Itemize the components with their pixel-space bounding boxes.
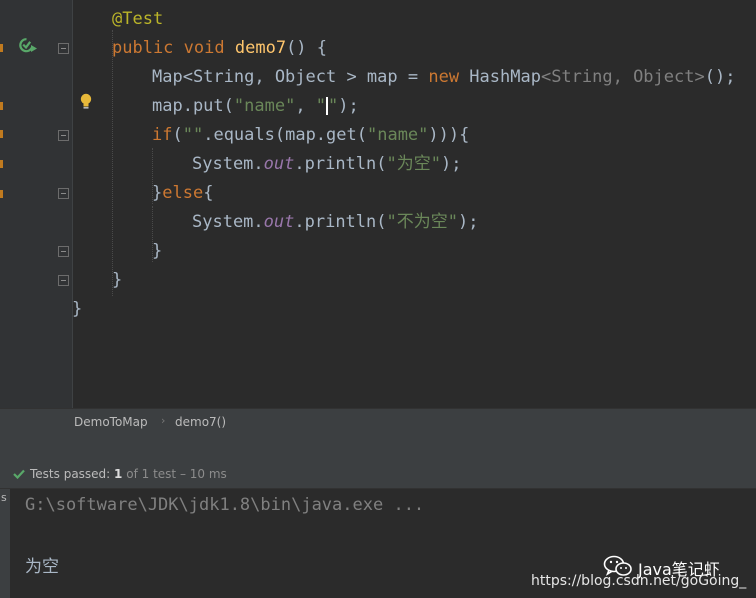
console-side-label: s — [1, 491, 7, 504]
keyword-token: void — [183, 38, 225, 58]
passed-count: 1 — [114, 467, 123, 481]
string-literal: "不为空" — [386, 212, 458, 232]
code-text: .println( — [294, 154, 387, 174]
code-line: } — [112, 266, 122, 295]
string-literal: "为空" — [386, 154, 441, 174]
indent-guide — [112, 30, 113, 296]
code-text: ( — [172, 125, 183, 145]
code-text: } — [152, 241, 163, 261]
fold-toggle[interactable] — [58, 43, 69, 54]
test-summary: Tests passed: 1 of 1 test – 10 ms — [30, 467, 227, 481]
code-line: } — [72, 295, 82, 324]
code-line: } — [152, 237, 162, 266]
code-text: ))){ — [428, 125, 470, 145]
code-line: System.out.println("不为空"); — [192, 208, 478, 237]
gutter-marker — [0, 190, 3, 198]
code-text: } — [72, 299, 83, 319]
code-text: { — [203, 183, 214, 203]
chevron-right-icon: › — [161, 414, 166, 427]
keyword-token: else — [162, 183, 204, 203]
code-line: Map<String, Object > map = new HashMap<S… — [152, 63, 735, 92]
check-icon — [13, 469, 25, 479]
code-text: System. — [192, 154, 264, 174]
code-line: public void demo7() { — [112, 34, 327, 63]
breadcrumb: DemoToMap › demo7() — [0, 408, 756, 435]
test-status-bar: Tests passed: 1 of 1 test – 10 ms — [0, 460, 756, 489]
code-text: ); — [457, 212, 479, 232]
breadcrumb-method[interactable]: demo7() — [175, 415, 226, 429]
duration: – 10 ms — [179, 467, 227, 481]
fold-toggle[interactable] — [58, 275, 69, 286]
generic-hint: <String, Object> — [540, 67, 705, 87]
string-literal: "" — [182, 125, 204, 145]
total-count: of 1 test — [126, 467, 177, 481]
method-name: demo7 — [234, 38, 287, 58]
code-text: map.put( — [152, 96, 234, 116]
code-line: System.out.println("为空"); — [192, 150, 461, 179]
code-text: .println( — [294, 212, 387, 232]
keyword-token: if — [152, 125, 173, 145]
static-field: out — [263, 212, 295, 232]
console-sidebar[interactable]: s — [0, 489, 10, 598]
console-command: G:\software\JDK\jdk1.8\bin\java.exe ... — [25, 495, 425, 515]
code-text: HashMap — [459, 67, 541, 87]
breadcrumb-class[interactable]: DemoToMap — [74, 415, 148, 429]
string-literal: " — [315, 96, 327, 116]
code-text: Map<String, Object > map = — [152, 67, 429, 87]
code-text: (); — [704, 67, 736, 87]
string-literal: "name" — [366, 125, 429, 145]
code-area[interactable]: @Test public void demo7() { Map<String, … — [72, 0, 756, 408]
static-field: out — [263, 154, 295, 174]
code-text: ); — [440, 154, 462, 174]
keyword-token: public — [112, 38, 174, 58]
code-text: } — [152, 183, 163, 203]
code-line: }else{ — [152, 179, 213, 208]
code-text: .equals(map.get( — [203, 125, 367, 145]
panel-divider[interactable] — [0, 435, 756, 461]
fold-toggle[interactable] — [58, 246, 69, 257]
code-text: System. — [192, 212, 264, 232]
code-line: map.put("name", " "); — [152, 92, 359, 121]
fold-toggle[interactable] — [58, 188, 69, 199]
annotation-token: @Test — [112, 9, 164, 29]
gutter-marker — [0, 44, 3, 52]
code-text: , — [295, 96, 316, 116]
code-editor[interactable]: @Test public void demo7() { Map<String, … — [0, 0, 756, 408]
gutter-marker — [0, 102, 3, 110]
status-label: Tests passed: — [30, 467, 111, 481]
fold-toggle[interactable] — [58, 130, 69, 141]
run-test-icon[interactable] — [18, 36, 38, 54]
keyword-token: new — [428, 67, 460, 87]
watermark-url: https://blog.csdn.net/goGoing_ — [531, 573, 747, 589]
editor-gutter[interactable] — [0, 0, 92, 408]
code-text: } — [112, 270, 123, 290]
gutter-marker — [0, 160, 3, 168]
code-text: () { — [286, 38, 328, 58]
string-literal: "name" — [233, 96, 296, 116]
code-text: ); — [338, 96, 359, 116]
console-output-line: 为空 — [25, 557, 59, 577]
code-line: if("".equals(map.get("name"))){ — [152, 121, 469, 150]
string-literal: " — [328, 96, 339, 116]
code-line: @Test — [112, 5, 163, 34]
gutter-marker — [0, 130, 3, 138]
